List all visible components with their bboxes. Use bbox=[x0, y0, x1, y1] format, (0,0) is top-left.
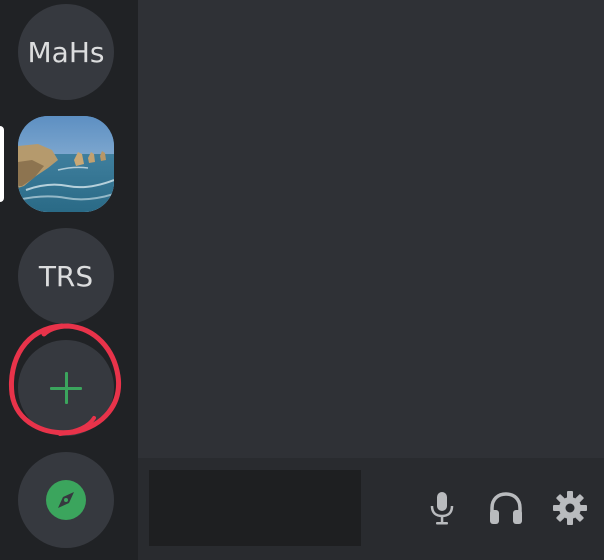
server-rail: MaHs TRS bbox=[0, 0, 138, 560]
coastal-cliffs-photo bbox=[18, 116, 114, 212]
server-icon-coastal-photo[interactable] bbox=[18, 116, 114, 212]
deafen-headphones-button[interactable] bbox=[486, 488, 526, 528]
server-icon-trs[interactable]: TRS bbox=[18, 228, 114, 324]
headphones-icon bbox=[490, 492, 522, 524]
compass-icon bbox=[46, 480, 86, 520]
mute-microphone-button[interactable] bbox=[422, 488, 462, 528]
app-window: MaHs TRS bbox=[0, 0, 604, 560]
user-info-box[interactable] bbox=[149, 470, 361, 546]
plus-icon bbox=[50, 372, 82, 404]
selected-server-indicator bbox=[0, 126, 4, 202]
server-initials: MaHs bbox=[27, 35, 105, 69]
add-server-button[interactable] bbox=[18, 340, 114, 436]
server-initials: TRS bbox=[38, 259, 94, 293]
main-content-area bbox=[138, 0, 604, 458]
user-settings-button[interactable] bbox=[550, 488, 590, 528]
user-panel bbox=[138, 458, 604, 560]
explore-servers-button[interactable] bbox=[18, 452, 114, 548]
microphone-icon bbox=[430, 492, 454, 525]
gear-icon bbox=[553, 491, 587, 525]
server-icon-mahs[interactable]: MaHs bbox=[18, 4, 114, 100]
